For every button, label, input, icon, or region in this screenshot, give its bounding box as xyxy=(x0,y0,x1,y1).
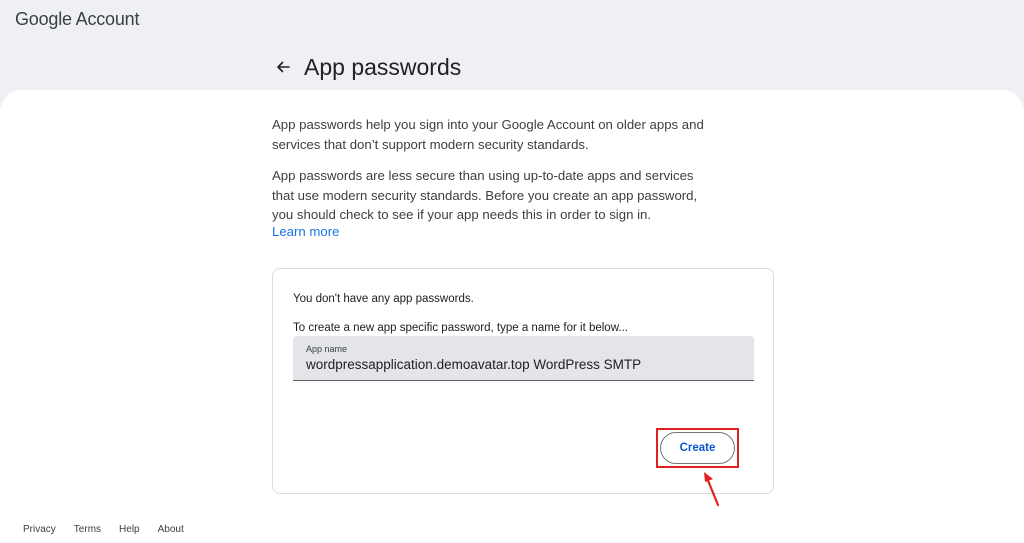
logo-account-text: Account xyxy=(75,9,140,29)
app-passwords-card: You don't have any app passwords. To cre… xyxy=(272,268,774,494)
app-name-label: App name xyxy=(306,344,348,354)
arrow-back-icon xyxy=(277,61,290,73)
footer: Privacy Terms Help About xyxy=(23,524,202,535)
app-name-field[interactable]: App name xyxy=(293,336,754,381)
app-name-input[interactable] xyxy=(306,357,746,372)
footer-privacy-link[interactable]: Privacy xyxy=(23,524,56,535)
back-button[interactable] xyxy=(272,56,294,78)
create-button[interactable]: Create xyxy=(660,432,735,464)
footer-help-link[interactable]: Help xyxy=(119,524,140,535)
page-title: App passwords xyxy=(304,53,462,80)
no-passwords-text: You don't have any app passwords. xyxy=(293,293,474,305)
learn-more-link[interactable]: Learn more xyxy=(272,224,339,239)
instruction-text: To create a new app specific password, t… xyxy=(293,322,628,334)
google-account-logo[interactable]: Google Account xyxy=(15,9,139,30)
top-bar: Google Account App passwords xyxy=(0,0,1024,90)
logo-google-text: Google xyxy=(15,9,72,29)
intro-paragraph-1: App passwords help you sign into your Go… xyxy=(272,117,704,152)
intro-paragraph-2: App passwords are less secure than using… xyxy=(272,168,698,222)
footer-terms-link[interactable]: Terms xyxy=(74,524,101,535)
title-row: App passwords xyxy=(272,52,461,82)
red-arrow-icon xyxy=(704,472,720,507)
footer-about-link[interactable]: About xyxy=(158,524,184,535)
